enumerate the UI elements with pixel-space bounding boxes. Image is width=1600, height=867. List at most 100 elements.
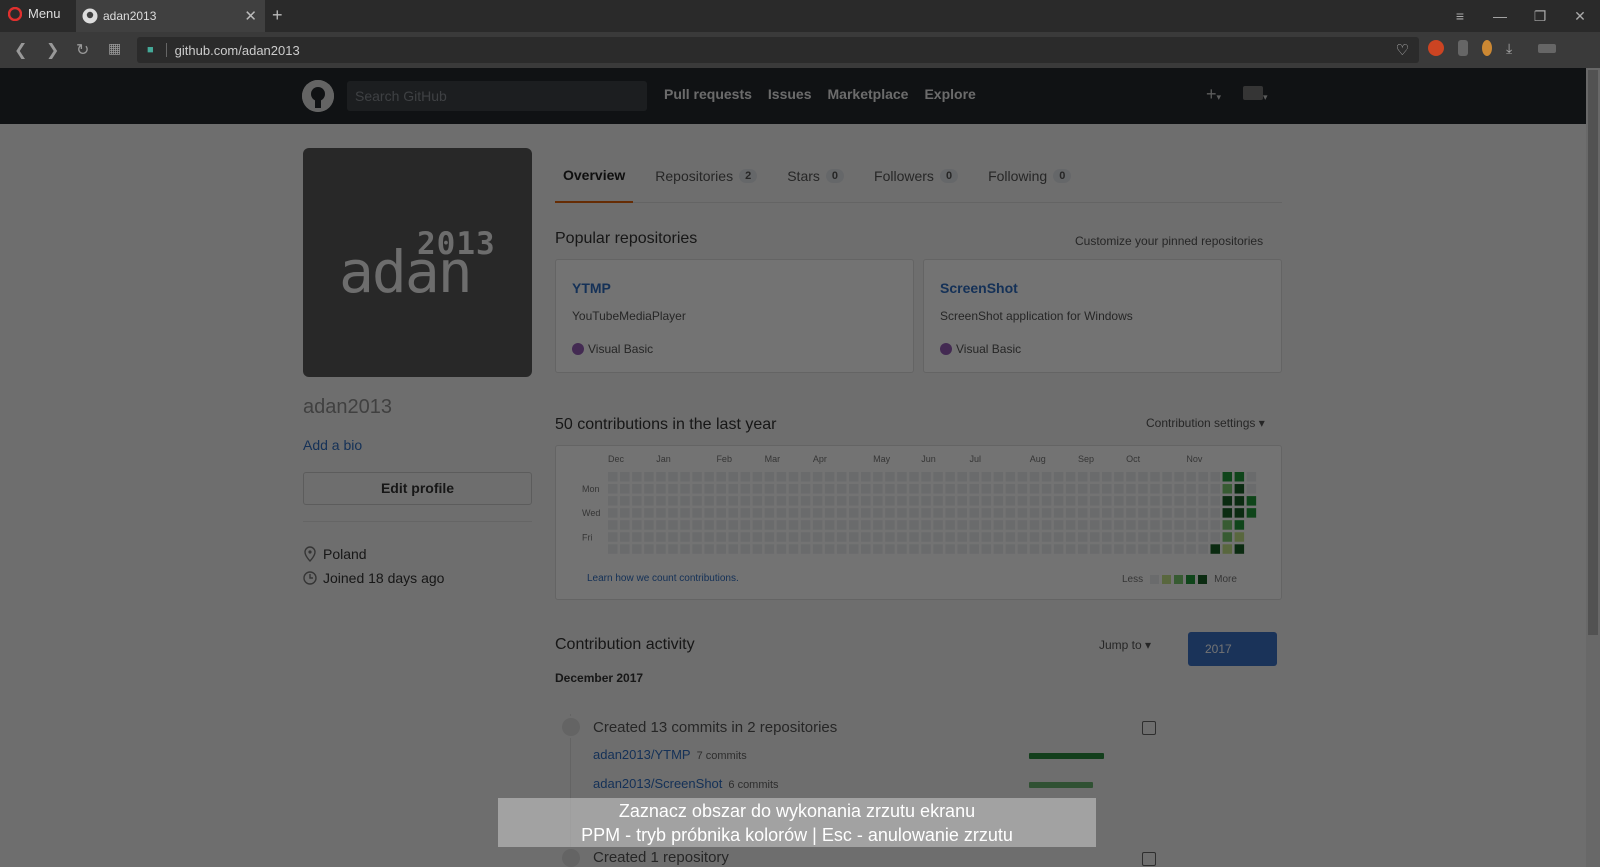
contribution-day[interactable] <box>1102 544 1112 554</box>
contribution-day[interactable] <box>1186 484 1196 494</box>
contribution-settings-dropdown[interactable]: Contribution settings ▾ <box>1146 416 1265 430</box>
contribution-day[interactable] <box>728 532 739 542</box>
contribution-day[interactable] <box>1138 544 1148 554</box>
contribution-day[interactable] <box>969 544 980 554</box>
contribution-day[interactable] <box>969 496 980 506</box>
contribution-day[interactable] <box>704 520 714 530</box>
contribution-day[interactable] <box>668 496 678 506</box>
contribution-day[interactable] <box>1029 472 1040 482</box>
contribution-day[interactable] <box>764 532 775 542</box>
contribution-day[interactable] <box>716 544 726 554</box>
contribution-day[interactable] <box>849 544 859 554</box>
contribution-day[interactable] <box>1005 520 1016 530</box>
minimize-icon[interactable]: — <box>1480 8 1520 24</box>
contribution-day[interactable] <box>1126 496 1136 506</box>
contribution-day[interactable] <box>873 532 883 542</box>
contribution-day[interactable] <box>1234 520 1245 530</box>
contribution-day[interactable] <box>788 520 799 530</box>
contribution-day[interactable] <box>704 544 714 554</box>
contribution-day[interactable] <box>608 508 618 518</box>
contribution-day[interactable] <box>740 472 751 482</box>
tab-stars[interactable]: Stars 0 <box>779 148 852 203</box>
battery-icon[interactable] <box>1538 43 1556 53</box>
contribution-day[interactable] <box>1222 520 1233 530</box>
contribution-day[interactable] <box>728 484 739 494</box>
contribution-day[interactable] <box>993 508 1004 518</box>
contribution-day[interactable] <box>861 544 871 554</box>
contribution-day[interactable] <box>849 532 859 542</box>
contribution-day[interactable] <box>1174 496 1184 506</box>
contribution-day[interactable] <box>957 496 967 506</box>
contribution-day[interactable] <box>1186 496 1196 506</box>
contribution-day[interactable] <box>1246 508 1257 518</box>
forward-icon[interactable]: ❯ <box>46 40 59 60</box>
contribution-day[interactable] <box>921 472 931 482</box>
contribution-day[interactable] <box>728 496 739 506</box>
back-icon[interactable]: ❮ <box>14 40 27 60</box>
contribution-day[interactable] <box>849 484 859 494</box>
contribution-day[interactable] <box>800 496 811 506</box>
contribution-day[interactable] <box>1174 484 1184 494</box>
contribution-day[interactable] <box>824 484 835 494</box>
contribution-day[interactable] <box>764 496 775 506</box>
new-tab-button[interactable]: + <box>272 5 283 26</box>
contribution-day[interactable] <box>1102 532 1112 542</box>
contribution-day[interactable] <box>1210 508 1221 518</box>
contribution-day[interactable] <box>909 496 919 506</box>
contribution-day[interactable] <box>1222 472 1233 482</box>
contribution-day[interactable] <box>740 508 751 518</box>
contribution-day[interactable] <box>993 544 1004 554</box>
contribution-day[interactable] <box>692 520 702 530</box>
contribution-day[interactable] <box>776 484 787 494</box>
scrollbar-thumb[interactable] <box>1588 70 1598 635</box>
contribution-day[interactable] <box>897 496 907 506</box>
contribution-day[interactable] <box>1198 484 1208 494</box>
contribution-day[interactable] <box>644 472 654 482</box>
contribution-day[interactable] <box>1126 544 1136 554</box>
contribution-day[interactable] <box>716 520 726 530</box>
contribution-day[interactable] <box>1162 532 1172 542</box>
contribution-day[interactable] <box>716 496 726 506</box>
contribution-day[interactable] <box>824 520 835 530</box>
contribution-day[interactable] <box>800 520 811 530</box>
contribution-day[interactable] <box>1029 544 1040 554</box>
extension-icon[interactable] <box>1482 40 1492 56</box>
contribution-day[interactable] <box>993 532 1004 542</box>
contribution-day[interactable] <box>752 484 763 494</box>
contribution-day[interactable] <box>957 508 967 518</box>
contribution-day[interactable] <box>1126 472 1136 482</box>
contribution-day[interactable] <box>836 520 847 530</box>
contribution-day[interactable] <box>1210 520 1221 530</box>
contribution-day[interactable] <box>1065 508 1076 518</box>
contribution-day[interactable] <box>993 520 1004 530</box>
contribution-day[interactable] <box>608 532 618 542</box>
contribution-day[interactable] <box>873 544 883 554</box>
download-extension-icon[interactable] <box>1458 40 1468 56</box>
contribution-day[interactable] <box>800 532 811 542</box>
contribution-day[interactable] <box>921 520 931 530</box>
contribution-day[interactable] <box>692 532 702 542</box>
contribution-day[interactable] <box>1138 472 1148 482</box>
contribution-day[interactable] <box>969 484 980 494</box>
contribution-day[interactable] <box>969 472 980 482</box>
fold-icon[interactable] <box>1142 721 1156 735</box>
contribution-day[interactable] <box>1041 484 1052 494</box>
contribution-day[interactable] <box>692 496 702 506</box>
contribution-day[interactable] <box>861 508 871 518</box>
contribution-day[interactable] <box>632 484 642 494</box>
contribution-day[interactable] <box>885 532 895 542</box>
contribution-day[interactable] <box>1005 544 1016 554</box>
contribution-day[interactable] <box>981 508 992 518</box>
contribution-day[interactable] <box>1029 496 1040 506</box>
contribution-day[interactable] <box>1186 520 1196 530</box>
contribution-day[interactable] <box>1053 472 1064 482</box>
contribution-day[interactable] <box>897 544 907 554</box>
contribution-day[interactable] <box>1053 532 1064 542</box>
contribution-day[interactable] <box>740 496 751 506</box>
contribution-day[interactable] <box>1174 544 1184 554</box>
contribution-day[interactable] <box>873 520 883 530</box>
contribution-day[interactable] <box>1017 532 1028 542</box>
contribution-day[interactable] <box>849 496 859 506</box>
contribution-day[interactable] <box>644 508 654 518</box>
contribution-day[interactable] <box>668 508 678 518</box>
